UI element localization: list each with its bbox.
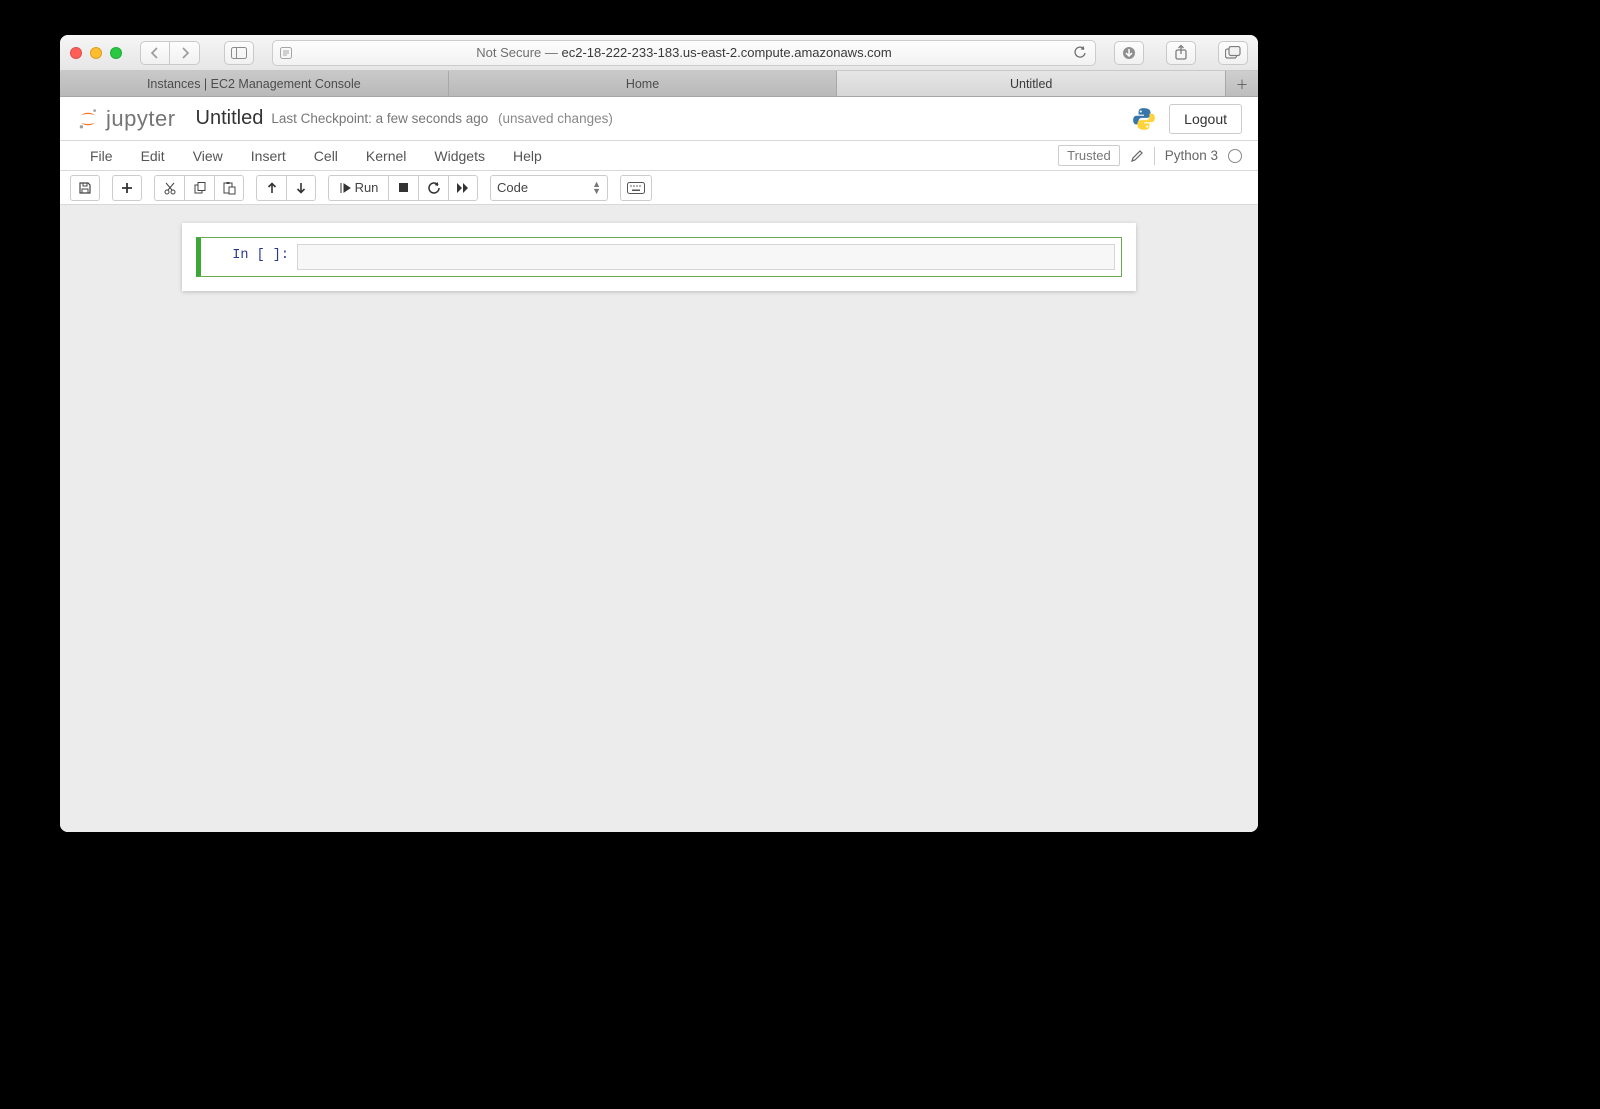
- jupyter-logo[interactable]: jupyter: [76, 106, 176, 132]
- cut-cell-button[interactable]: [154, 175, 184, 201]
- jupyter-logo-icon: [76, 107, 100, 131]
- menu-help[interactable]: Help: [499, 148, 556, 164]
- add-cell-button[interactable]: [112, 175, 142, 201]
- checkpoint-status: Last Checkpoint: a few seconds ago (unsa…: [271, 111, 612, 126]
- notebook-area[interactable]: In [ ]:: [60, 205, 1258, 832]
- close-window-button[interactable]: [70, 47, 82, 59]
- logout-button[interactable]: Logout: [1169, 104, 1242, 134]
- fast-forward-icon: [456, 182, 470, 194]
- window-controls: [70, 47, 122, 59]
- move-cell-down-button[interactable]: [286, 175, 316, 201]
- kernel-name[interactable]: Python 3: [1165, 148, 1218, 163]
- scissors-icon: [163, 181, 177, 195]
- code-cell[interactable]: In [ ]:: [196, 237, 1122, 277]
- notebook-title[interactable]: Untitled: [196, 107, 264, 130]
- browser-tabstrip: Instances | EC2 Management Console Home …: [60, 71, 1258, 97]
- notebook-container: In [ ]:: [182, 223, 1136, 291]
- divider: [1154, 147, 1155, 165]
- share-button[interactable]: [1166, 41, 1196, 65]
- jupyter-menubar: File Edit View Insert Cell Kernel Widget…: [60, 141, 1258, 171]
- menu-insert[interactable]: Insert: [237, 148, 300, 164]
- select-arrows-icon: ▲▼: [592, 181, 601, 195]
- menu-file[interactable]: File: [76, 148, 127, 164]
- copy-icon: [193, 181, 207, 195]
- plus-icon: [121, 182, 133, 194]
- browser-window: Not Secure — ec2-18-222-233-183.us-east-…: [60, 35, 1258, 832]
- tab-home[interactable]: Home: [449, 71, 838, 96]
- stop-icon: [398, 182, 409, 193]
- arrow-down-icon: [295, 182, 307, 194]
- reload-icon[interactable]: [1073, 46, 1087, 60]
- menu-edit[interactable]: Edit: [127, 148, 179, 164]
- save-button[interactable]: [70, 175, 100, 201]
- menu-kernel[interactable]: Kernel: [352, 148, 420, 164]
- page-content: jupyter Untitled Last Checkpoint: a few …: [60, 97, 1258, 832]
- cell-type-select[interactable]: Code ▲▼: [490, 175, 608, 201]
- jupyter-header: jupyter Untitled Last Checkpoint: a few …: [60, 97, 1258, 141]
- kernel-indicator-icon: [1228, 149, 1242, 163]
- browser-titlebar: Not Secure — ec2-18-222-233-183.us-east-…: [60, 35, 1258, 71]
- move-cell-up-button[interactable]: [256, 175, 286, 201]
- code-input[interactable]: [297, 244, 1115, 270]
- minimize-window-button[interactable]: [90, 47, 102, 59]
- paste-cell-button[interactable]: [214, 175, 244, 201]
- url-bar[interactable]: Not Secure — ec2-18-222-233-183.us-east-…: [272, 40, 1096, 66]
- sidebar-toggle-button[interactable]: [224, 41, 254, 65]
- paste-icon: [222, 181, 236, 195]
- menu-widgets[interactable]: Widgets: [420, 148, 499, 164]
- new-tab-button[interactable]: ＋: [1226, 71, 1258, 96]
- menu-cell[interactable]: Cell: [300, 148, 352, 164]
- restart-kernel-button[interactable]: [418, 175, 448, 201]
- forward-button[interactable]: [170, 41, 200, 65]
- arrow-up-icon: [266, 182, 278, 194]
- edit-notebook-icon[interactable]: [1130, 149, 1144, 163]
- nav-buttons: [140, 41, 200, 65]
- restart-icon: [427, 181, 441, 195]
- run-icon: [339, 182, 351, 194]
- tabs-overview-button[interactable]: [1218, 41, 1248, 65]
- jupyter-logo-text: jupyter: [106, 106, 176, 132]
- url-text: Not Secure — ec2-18-222-233-183.us-east-…: [476, 45, 892, 60]
- run-cell-button[interactable]: Run: [328, 175, 388, 201]
- interrupt-kernel-button[interactable]: [388, 175, 418, 201]
- reader-mode-icon[interactable]: [279, 46, 293, 60]
- menu-view[interactable]: View: [179, 148, 237, 164]
- copy-cell-button[interactable]: [184, 175, 214, 201]
- command-palette-button[interactable]: [620, 175, 652, 201]
- tab-untitled[interactable]: Untitled: [837, 71, 1226, 96]
- save-icon: [78, 181, 92, 195]
- trusted-indicator[interactable]: Trusted: [1058, 145, 1120, 166]
- input-prompt: In [ ]:: [207, 244, 297, 270]
- python-logo-icon: [1131, 106, 1157, 132]
- back-button[interactable]: [140, 41, 170, 65]
- downloads-button[interactable]: [1114, 41, 1144, 65]
- jupyter-toolbar: Run Code ▲▼: [60, 171, 1258, 205]
- keyboard-icon: [627, 182, 645, 194]
- run-all-button[interactable]: [448, 175, 478, 201]
- tab-ec2-console[interactable]: Instances | EC2 Management Console: [60, 71, 449, 96]
- maximize-window-button[interactable]: [110, 47, 122, 59]
